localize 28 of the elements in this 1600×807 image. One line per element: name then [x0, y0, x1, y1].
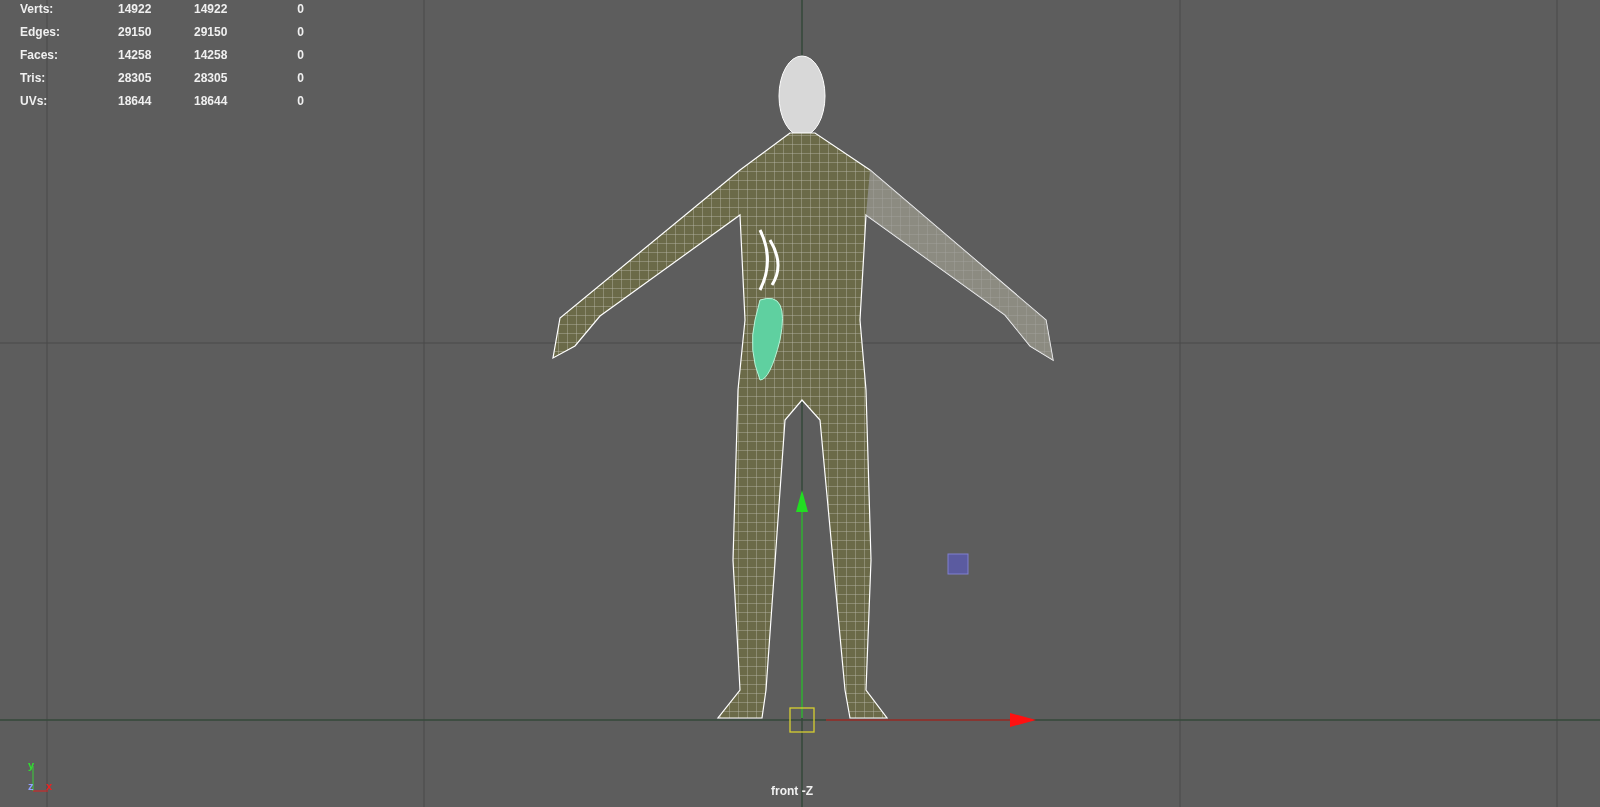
light-square-icon — [947, 553, 969, 575]
move-handle-icon[interactable] — [789, 707, 815, 733]
stat-value: 28305 — [118, 70, 153, 87]
stat-value: 0 — [296, 24, 304, 41]
stat-value: 14922 — [118, 1, 153, 18]
stat-value: 18644 — [118, 93, 153, 110]
y-axis-arrow-icon[interactable] — [796, 490, 808, 719]
stat-value: 14258 — [194, 47, 229, 64]
stat-label: UVs: — [20, 93, 49, 110]
stat-value: 0 — [296, 93, 304, 110]
stat-value: 18644 — [194, 93, 229, 110]
x-axis-arrow-icon[interactable] — [825, 713, 1036, 727]
stat-label: Verts: — [20, 1, 55, 18]
stat-value: 0 — [296, 47, 304, 64]
stat-value: 0 — [296, 1, 304, 18]
z-axis-label: z — [28, 781, 34, 792]
stat-value: 14258 — [118, 47, 153, 64]
stat-label: Faces: — [20, 47, 60, 64]
x-axis-label: x — [46, 781, 53, 792]
y-axis-label: y — [28, 760, 35, 771]
stat-value: 29150 — [194, 24, 229, 41]
stat-value: 29150 — [118, 24, 153, 41]
stat-value: 28305 — [194, 70, 229, 87]
stat-value: 0 — [296, 70, 304, 87]
camera-label: front -Z — [771, 783, 813, 800]
stat-label: Tris: — [20, 70, 47, 87]
stat-value: 14922 — [194, 1, 229, 18]
stat-label: Edges: — [20, 24, 61, 41]
